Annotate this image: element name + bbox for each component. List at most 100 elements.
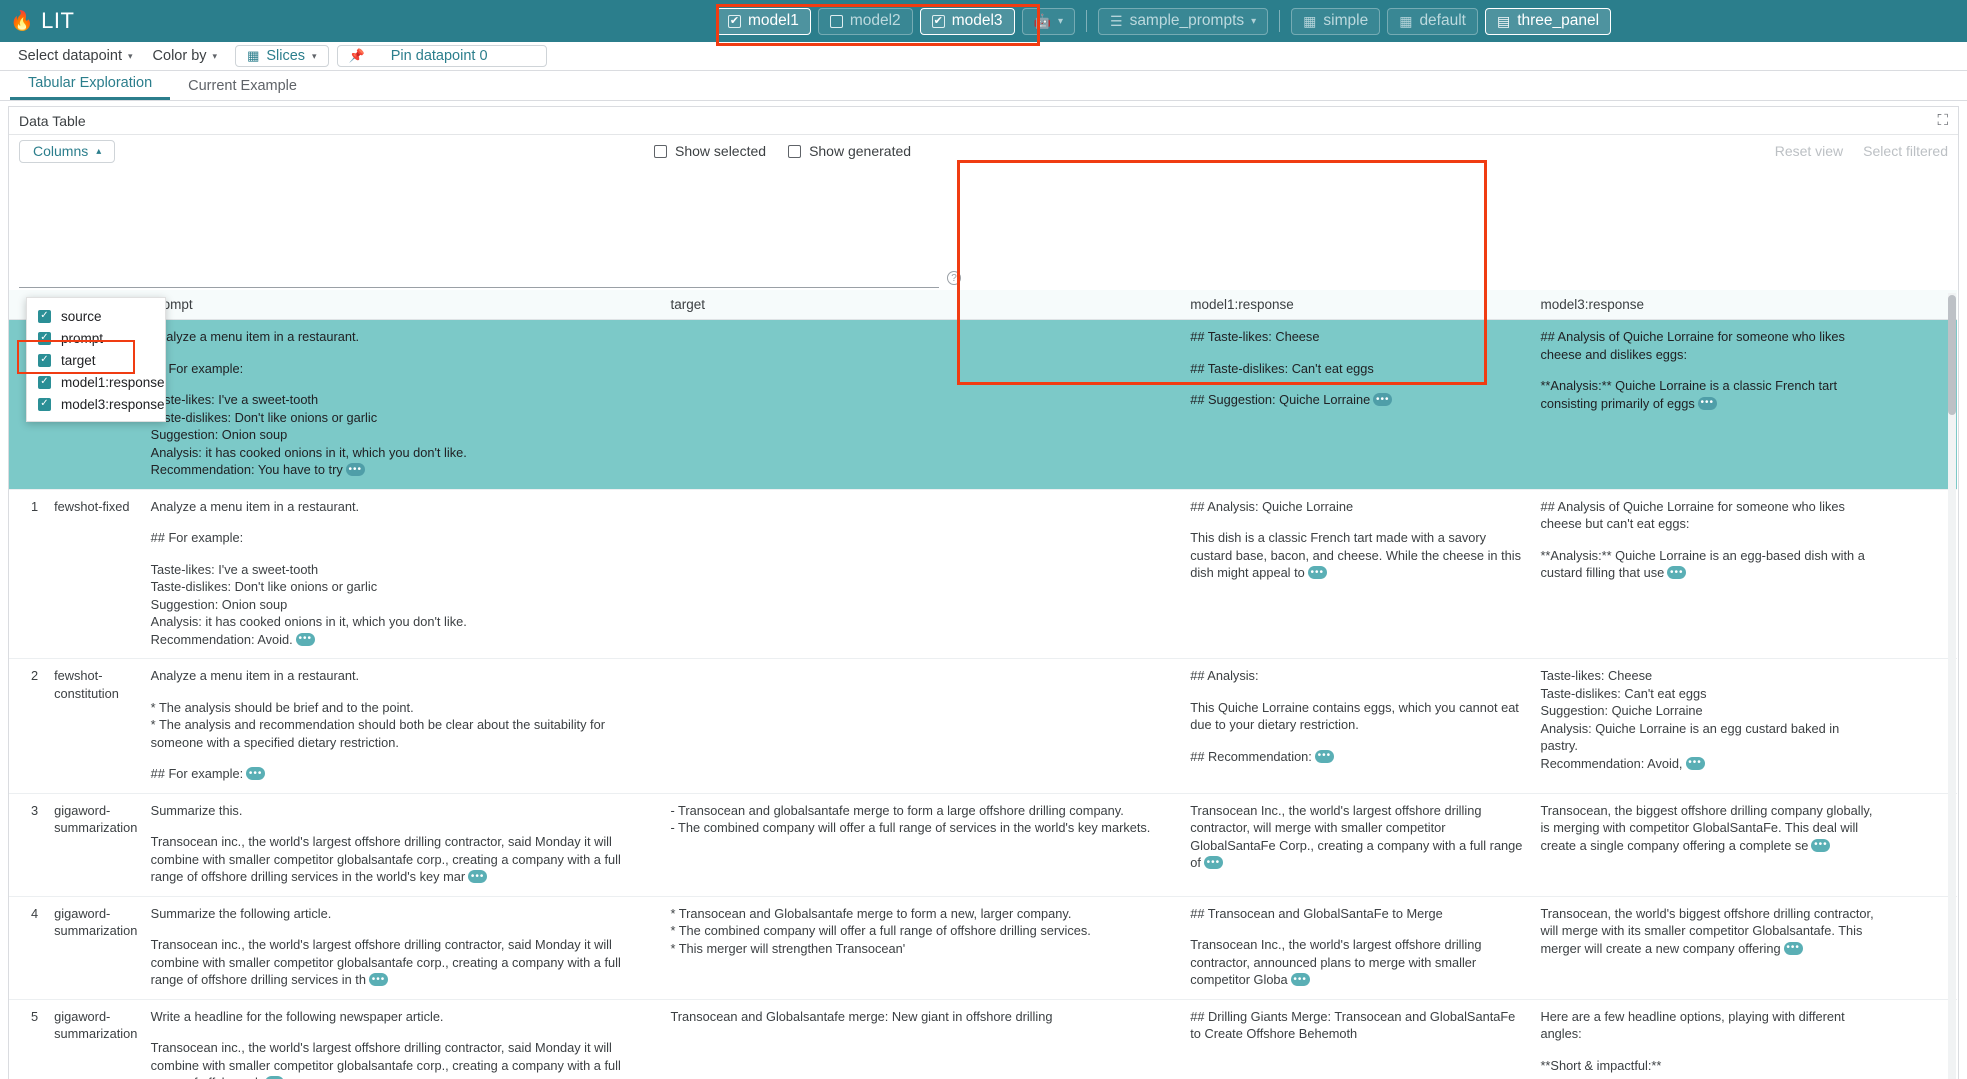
model-chip-label: model1 [748,12,799,30]
show-generated-checkbox[interactable]: Show generated [788,143,911,159]
expand-ellipsis-icon[interactable]: ••• [346,463,365,476]
table-row[interactable]: 4gigaword-summarizationSummarize the fol… [9,896,1957,999]
cell-target[interactable] [662,489,1182,659]
select-filtered-button[interactable]: Select filtered [1863,143,1948,159]
column-header-model3-response[interactable]: model3:response [1532,290,1882,320]
fullscreen-icon[interactable]: ⛶ [1937,112,1948,129]
table-row[interactable]: 2fewshot-constitutionAnalyze a menu item… [9,659,1957,794]
cell-prompt[interactable]: Analyze a menu item in a restaurant.## F… [143,489,663,659]
columns-dropdown-item-target[interactable]: ✓ target [27,349,165,371]
table-search-row: ? [19,267,1957,289]
column-header-pad [1883,290,1957,320]
cell-prompt[interactable]: Summarize the following article.Transoce… [143,896,663,999]
expand-ellipsis-icon[interactable]: ••• [1667,566,1686,579]
cell-model1-response[interactable]: ## Analysis:This Quiche Lorraine contain… [1182,659,1532,794]
layout-chip-default[interactable]: ▦ default [1387,8,1478,35]
cell-model1-response[interactable]: ## Drilling Giants Merge: Transocean and… [1182,999,1532,1079]
layout-selector-group: ▦ simple ▦ default ▤ three_panel [1291,8,1611,35]
columns-dropdown-item-model1-response[interactable]: ✓ model1:response [27,371,165,393]
cell-prompt[interactable]: Write a headline for the following newsp… [143,999,663,1079]
table-row[interactable]: 5gigaword-summarizationWrite a headline … [9,999,1957,1079]
slices-label: Slices [266,48,305,64]
datapoint-toolbar: Select datapoint ▾ Color by ▾ ▦ Slices ▾… [0,42,1967,71]
column-header-prompt[interactable]: prompt [143,290,663,320]
cell-target[interactable] [662,659,1182,794]
layout-chip-three-panel[interactable]: ▤ three_panel [1485,8,1611,35]
cell-prompt[interactable]: Analyze a menu item in a restaurant.## F… [143,320,663,490]
expand-ellipsis-icon[interactable]: ••• [1373,393,1392,406]
expand-ellipsis-icon[interactable]: ••• [369,973,388,986]
cell-model1-response[interactable]: ## Transocean and GlobalSantaFe to Merge… [1182,896,1532,999]
dataset-label: sample_prompts [1130,12,1245,30]
table-row[interactable]: 3gigaword-summarizationSummarize this.Tr… [9,793,1957,896]
search-input[interactable] [19,268,939,288]
model-chip-model3[interactable]: ✔ model3 [920,8,1015,35]
cell-target[interactable] [662,320,1182,490]
tab-current-example[interactable]: Current Example [170,78,315,100]
cell-model3-response[interactable]: Taste-likes: CheeseTaste-dislikes: Can't… [1532,659,1882,794]
show-selected-checkbox[interactable]: Show selected [654,143,766,159]
column-header-model1-response[interactable]: model1:response [1182,290,1532,320]
expand-ellipsis-icon[interactable]: ••• [1784,942,1803,955]
columns-button[interactable]: Columns ▴ [19,140,115,163]
cell-model3-response[interactable]: ## Analysis of Quiche Lorraine for someo… [1532,320,1882,490]
cell-model1-response[interactable]: ## Analysis: Quiche LorraineThis dish is… [1182,489,1532,659]
checkbox-checked-icon: ✓ [38,332,51,345]
header-divider [1086,10,1087,32]
tab-label: Tabular Exploration [28,75,152,91]
reset-view-button[interactable]: Reset view [1775,143,1843,159]
data-table-scroll-area[interactable]: prompt target model1:response model3:res… [9,290,1958,1079]
expand-ellipsis-icon[interactable]: ••• [1315,750,1334,763]
columns-dropdown-item-prompt[interactable]: ✓ prompt [27,327,165,349]
expand-ellipsis-icon[interactable]: ••• [1308,566,1327,579]
table-row[interactable]: Analyze a menu item in a restaurant.## F… [9,320,1957,490]
table-row[interactable]: 1fewshot-fixedAnalyze a menu item in a r… [9,489,1957,659]
chevron-down-icon: ▾ [213,51,218,62]
columns-dropdown-item-model3-response[interactable]: ✓ model3:response [27,393,165,415]
cell-target[interactable]: Transocean and Globalsantafe merge: New … [662,999,1182,1079]
cell-model3-response[interactable]: ## Analysis of Quiche Lorraine for someo… [1532,489,1882,659]
checkbox-checked-icon: ✔ [728,15,741,28]
cell-target[interactable]: * Transocean and Globalsantafe merge to … [662,896,1182,999]
cell-model3-response[interactable]: Here are a few headline options, playing… [1532,999,1882,1079]
pin-datapoint-button[interactable]: 📌 Pin datapoint 0 [337,45,547,67]
cell-source: gigaword-summarization [46,896,143,999]
cell-pad [1883,489,1957,659]
color-by-menu[interactable]: Color by ▾ [143,45,228,67]
expand-ellipsis-icon[interactable]: ••• [1698,397,1717,410]
vertical-scrollbar-thumb[interactable] [1948,295,1956,415]
expand-ellipsis-icon[interactable]: ••• [1204,856,1223,869]
dataset-selector[interactable]: ☰ sample_prompts ▾ [1098,8,1268,35]
expand-ellipsis-icon[interactable]: ••• [468,870,487,883]
select-datapoint-menu[interactable]: Select datapoint ▾ [8,45,143,67]
cell-model3-response[interactable]: Transocean, the world's biggest offshore… [1532,896,1882,999]
columns-dropdown-item-source[interactable]: ✓ source [27,305,165,327]
color-by-label: Color by [153,48,207,64]
slices-button[interactable]: ▦ Slices ▾ [235,45,329,67]
model-settings-button[interactable]: 🤖 ▾ [1022,8,1075,35]
model-chip-label: model3 [952,12,1003,30]
cell-prompt[interactable]: Analyze a menu item in a restaurant.* Th… [143,659,663,794]
tab-tabular-exploration[interactable]: Tabular Exploration [10,75,170,100]
robot-icon: 🤖 [1034,13,1051,30]
checkbox-checked-icon: ✓ [38,310,51,323]
expand-ellipsis-icon[interactable]: ••• [296,633,315,646]
cell-model1-response[interactable]: ## Taste-likes: Cheese## Taste-dislikes:… [1182,320,1532,490]
cell-target[interactable]: - Transocean and globalsantafe merge to … [662,793,1182,896]
column-header-target[interactable]: target [662,290,1182,320]
chevron-down-icon: ▾ [1251,16,1256,27]
layout-chip-simple[interactable]: ▦ simple [1291,8,1380,35]
cell-model3-response[interactable]: Transocean, the biggest offshore drillin… [1532,793,1882,896]
model-chip-model2[interactable]: model2 [818,8,913,35]
checkbox-checked-icon: ✔ [932,15,945,28]
expand-ellipsis-icon[interactable]: ••• [1291,973,1310,986]
cell-prompt[interactable]: Summarize this.Transocean inc., the worl… [143,793,663,896]
expand-ellipsis-icon[interactable]: ••• [246,767,265,780]
expand-ellipsis-icon[interactable]: ••• [1686,757,1705,770]
model-chip-model1[interactable]: ✔ model1 [716,8,811,35]
expand-ellipsis-icon[interactable]: ••• [1811,839,1830,852]
columns-dropdown-label: model3:response [61,397,165,412]
help-icon[interactable]: ? [947,271,961,285]
app-header: 🔥 LIT ✔ model1 model2 ✔ model3 🤖 ▾ ☰ [0,0,1967,42]
cell-model1-response[interactable]: Transocean Inc., the world's largest off… [1182,793,1532,896]
